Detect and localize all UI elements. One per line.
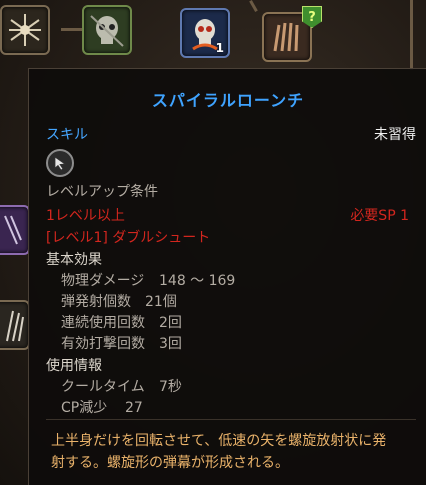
claw-icon <box>273 22 299 52</box>
description-line: 射する。螺旋形の弾幕が形成される。 <box>51 455 289 471</box>
req-skill: [レベル1] ダブルシュート <box>46 230 211 246</box>
effect-row: 物理ダメージ 148 ～ 169 <box>61 270 235 290</box>
learn-status: 未習得 <box>374 127 416 143</box>
skill-name: スパイラルローンチ <box>151 91 305 110</box>
req-sp: 必要SP 1 <box>350 208 409 224</box>
effect-value: 3回 <box>159 336 182 352</box>
arrow-cursor-icon <box>46 149 74 177</box>
effect-label: 連続使用回数 <box>61 315 145 331</box>
effect-row: 有効打撃回数 3回 <box>61 333 182 353</box>
effect-row: 連続使用回数 2回 <box>61 312 182 332</box>
usage-value: 27 <box>125 400 143 416</box>
skill-node-left-purple[interactable] <box>0 205 30 255</box>
crossed-arrows-icon <box>9 14 41 46</box>
effect-value: 148 ～ 169 <box>159 273 236 289</box>
base-effect-header: 基本効果 <box>46 252 102 268</box>
skill-node-crossed-arrows[interactable] <box>0 5 50 55</box>
usage-label: クールタイム <box>61 379 145 395</box>
usage-value: 7秒 <box>159 379 182 395</box>
usage-header: 使用情報 <box>46 358 102 374</box>
divider <box>46 419 416 420</box>
req-level: 1レベル以上 <box>46 208 125 224</box>
arrow-volley-icon <box>4 215 22 245</box>
usage-label: CP減少 <box>61 400 108 416</box>
usage-row: クールタイム 7秒 <box>61 376 182 396</box>
skill-node-skull[interactable] <box>82 5 132 55</box>
description-line: 上半身だけを回転させて、低速の矢を螺旋放射状に発 <box>51 433 387 449</box>
effect-label: 物理ダメージ <box>61 273 145 289</box>
skill-description: 上半身だけを回転させて、低速の矢を螺旋放射状に発 射する。螺旋形の弾幕が形成され… <box>51 430 411 474</box>
usage-row: CP減少 27 <box>61 397 143 417</box>
skill-node-left-spikes[interactable] <box>0 300 30 350</box>
effect-label: 有効打撃回数 <box>61 336 145 352</box>
skill-category: スキル <box>46 127 88 143</box>
tree-connector <box>410 0 413 70</box>
effect-label: 弾発射個数 <box>61 294 131 310</box>
levelup-header: レベルアップ条件 <box>46 184 158 200</box>
skill-level-count: 1 <box>215 41 224 55</box>
skill-tooltip: スパイラルローンチ スキル 未習得 レベルアップ条件 1レベル以上 必要SP 1… <box>28 68 426 485</box>
effect-value: 21個 <box>145 294 177 310</box>
skull-icon <box>90 15 124 47</box>
tree-connector <box>61 28 83 31</box>
effect-row: 弾発射個数 21個 <box>61 291 177 311</box>
spikes-icon <box>6 310 24 342</box>
skill-node-flaming-skull[interactable]: 1 <box>180 8 230 58</box>
effect-value: 2回 <box>159 315 182 331</box>
